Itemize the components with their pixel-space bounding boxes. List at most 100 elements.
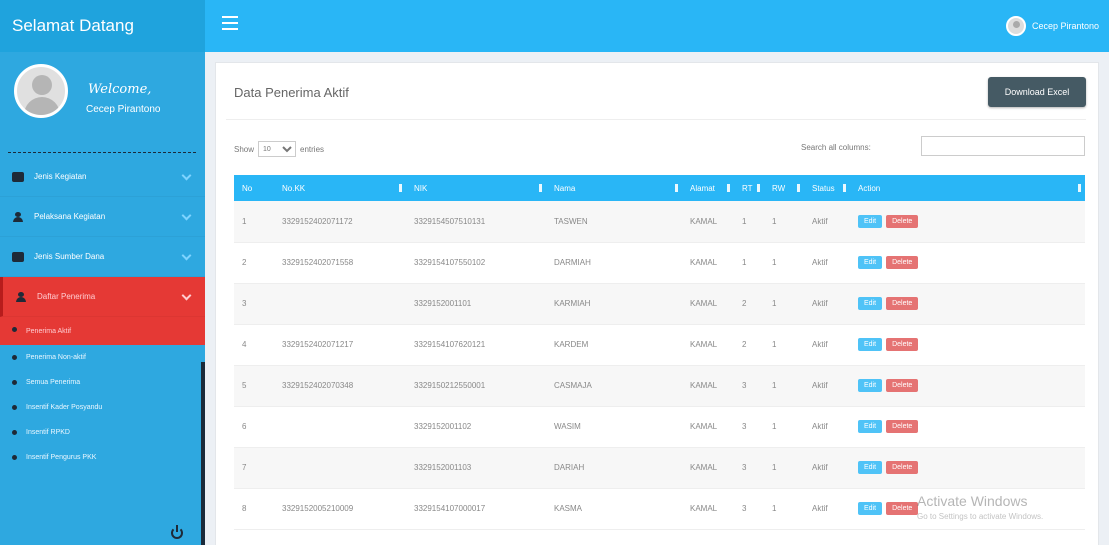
- column-header[interactable]: Nama: [546, 175, 682, 201]
- sort-icon: [843, 184, 846, 192]
- delete-button[interactable]: Delete: [886, 502, 919, 515]
- table-cell: KARDEM: [554, 340, 589, 349]
- chevron-down-icon: [181, 252, 191, 262]
- delete-button[interactable]: Delete: [886, 461, 919, 474]
- delete-button[interactable]: Delete: [886, 297, 919, 310]
- action-cell: Edit Delete: [850, 324, 1085, 365]
- table-cell: 3: [742, 381, 747, 390]
- database-icon: [12, 251, 24, 262]
- table-cell: 1: [772, 381, 777, 390]
- submenu-item-penerima-aktif[interactable]: Penerima Aktif: [0, 317, 205, 345]
- sort-icon: [727, 184, 730, 192]
- user-icon: [12, 211, 24, 222]
- column-header[interactable]: Alamat: [682, 175, 734, 201]
- brand-title[interactable]: Selamat Datang: [0, 0, 205, 52]
- hamburger-menu-icon[interactable]: [222, 16, 238, 30]
- search-input[interactable]: [921, 136, 1085, 156]
- table-cell: 3329154107550102: [414, 258, 486, 267]
- user-menu[interactable]: Cecep Pirantono: [1005, 14, 1099, 38]
- column-header-label: RT: [742, 183, 753, 193]
- submenu-item-insentif-rpkd[interactable]: Insentif RPKD: [0, 420, 205, 445]
- action-cell: Edit Delete: [850, 447, 1085, 488]
- download-excel-button[interactable]: Download Excel: [988, 77, 1086, 107]
- submenu-item-insentif-pengurus-pkk[interactable]: Insentif Pengurus PKK: [0, 445, 205, 470]
- delete-button[interactable]: Delete: [886, 379, 919, 392]
- table-cell: KAMAL: [690, 422, 718, 431]
- sidebar-item-daftar-penerima[interactable]: Daftar Penerima: [0, 277, 205, 317]
- show-label: Show: [234, 144, 255, 154]
- chevron-down-icon: [181, 212, 191, 222]
- sort-icon: [797, 184, 800, 192]
- column-header[interactable]: RT: [734, 175, 764, 201]
- column-header[interactable]: No.KK: [274, 175, 406, 201]
- table-row: 1 3329152402071172 3329154507510131 TASWEN K…: [234, 201, 1085, 242]
- column-header[interactable]: Action: [850, 175, 1085, 201]
- user-menu-name: Cecep Pirantono: [1031, 21, 1099, 31]
- table-cell: 1: [772, 340, 777, 349]
- watermark-subtitle: Go to Settings to activate Windows.: [917, 512, 1044, 521]
- table-cell: Aktif: [812, 422, 828, 431]
- edit-button[interactable]: Edit: [858, 214, 883, 228]
- entries-select[interactable]: 10: [258, 141, 297, 157]
- edit-button[interactable]: Edit: [858, 420, 883, 433]
- profile-avatar: [14, 64, 68, 118]
- column-header[interactable]: NIK: [406, 175, 546, 201]
- sidebar: Welcome, Cecep Pirantono Jenis Kegiatan …: [0, 52, 205, 545]
- column-header[interactable]: No: [234, 175, 274, 201]
- table-cell: 3329152001101: [414, 299, 472, 308]
- table-cell: 3: [242, 299, 247, 308]
- submenu-item-penerima-non-aktif[interactable]: Penerima Non-aktif: [0, 345, 205, 370]
- edit-button[interactable]: Edit: [858, 379, 883, 392]
- table-cell: 1: [772, 216, 777, 226]
- table-cell: 3329150212550001: [414, 381, 486, 390]
- sidebar-item-jenis-kegiatan[interactable]: Jenis Kegiatan: [0, 157, 205, 197]
- column-header-label: No: [242, 183, 253, 193]
- sort-icon: [757, 184, 760, 192]
- table-cell: Aktif: [812, 258, 828, 267]
- edit-button[interactable]: Edit: [858, 256, 883, 269]
- table-cell: 2: [742, 340, 747, 349]
- table-cell: 1: [772, 299, 777, 308]
- delete-button[interactable]: Delete: [886, 420, 919, 433]
- table-row: 2 3329152402071558 3329154107550102 DARMIAH…: [234, 242, 1085, 283]
- search-label: Search all columns:: [801, 143, 871, 152]
- column-header[interactable]: RW: [764, 175, 804, 201]
- action-cell: Edit Delete: [850, 406, 1085, 447]
- edit-button[interactable]: Edit: [858, 297, 883, 310]
- profile-user-name: Cecep Pirantono: [86, 104, 161, 115]
- table-cell: 1: [742, 216, 747, 226]
- column-header-label: Action: [858, 183, 881, 193]
- delete-button[interactable]: Delete: [886, 256, 919, 269]
- table-cell: Aktif: [812, 504, 828, 513]
- submenu-item-semua-penerima[interactable]: Semua Penerima: [0, 370, 205, 395]
- table-cell: KAMAL: [690, 216, 718, 226]
- top-navbar: Selamat Datang Cecep Pirantono: [0, 0, 1109, 52]
- power-icon[interactable]: [171, 525, 183, 539]
- sidebar-item-pelaksana-kegiatan[interactable]: Pelaksana Kegiatan: [0, 197, 205, 237]
- column-header[interactable]: Status: [804, 175, 850, 201]
- table-cell: KAMAL: [690, 299, 718, 308]
- table-cell: 3: [742, 463, 747, 472]
- table-cell: 6: [242, 422, 247, 431]
- submenu-item-label: Insentif RPKD: [26, 429, 70, 436]
- edit-button[interactable]: Edit: [858, 461, 883, 474]
- action-cell: Edit Delete: [850, 365, 1085, 406]
- page-title: Data Penerima Aktif: [234, 85, 349, 100]
- table-row: 5 3329152402070348 3329150212550001 CASMAJA…: [234, 365, 1085, 406]
- table-cell: 2: [242, 258, 247, 267]
- database-icon: [12, 171, 24, 182]
- column-header-label: Nama: [554, 183, 576, 193]
- table-cell: [274, 406, 406, 447]
- submenu-item-insentif-kader-posyandu[interactable]: Insentif Kader Posyandu: [0, 395, 205, 420]
- sidebar-item-jenis-sumber-dana[interactable]: Jenis Sumber Dana: [0, 237, 205, 277]
- table-cell: KAMAL: [690, 258, 718, 267]
- table-cell: KAMAL: [690, 504, 718, 513]
- table-cell: DARIAH: [554, 463, 585, 472]
- table-cell: 1: [242, 216, 247, 226]
- delete-button[interactable]: Delete: [886, 214, 919, 228]
- table-cell: 7: [242, 463, 247, 472]
- delete-button[interactable]: Delete: [886, 338, 919, 351]
- edit-button[interactable]: Edit: [858, 338, 883, 351]
- table-cell: 3329152005210009: [282, 504, 354, 513]
- edit-button[interactable]: Edit: [858, 502, 883, 515]
